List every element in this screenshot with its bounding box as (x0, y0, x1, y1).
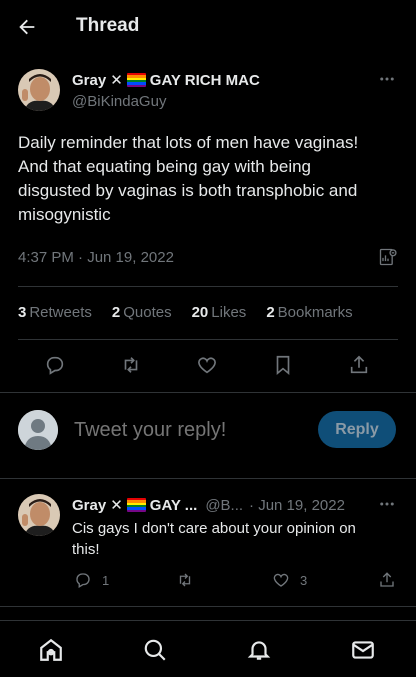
author-name-suffix: GAY RICH MAC (149, 71, 260, 89)
reply-author-name[interactable]: Gray (72, 497, 106, 514)
like-count: 3 (300, 572, 308, 588)
author-name[interactable]: Gray ✕ GAY RICH MAC (72, 71, 260, 90)
reply-input[interactable] (74, 419, 304, 442)
page-title: Thread (76, 15, 140, 36)
author-display-name: Gray (72, 71, 107, 89)
x-logo-icon: ✕ (110, 72, 123, 89)
stat-count: 20 (191, 304, 209, 321)
tweet-text-line: Daily reminder that lots of men have vag… (18, 133, 359, 152)
reply-text-line: this! (72, 541, 100, 558)
author-handle[interactable]: @BiKindaGuy (72, 93, 166, 110)
bookmark-icon[interactable] (272, 354, 294, 376)
user-avatar[interactable] (18, 410, 58, 450)
tweet-text-line: disgusted by vaginas is both transphobic… (18, 181, 358, 200)
reply-tweet-text: Cis gays I don't care about your opinion… (72, 518, 392, 560)
reply-icon (74, 571, 92, 589)
reply-action[interactable]: 1 (74, 571, 109, 589)
stat-quotes[interactable]: 2 Quotes (112, 304, 172, 321)
more-icon[interactable] (378, 495, 396, 513)
tweet-text: Daily reminder that lots of men have vag… (18, 131, 398, 227)
search-icon[interactable] (142, 637, 168, 663)
x-logo-icon: ✕ (110, 497, 123, 514)
rainbow-flag-icon (126, 498, 146, 512)
reply-count: 1 (102, 572, 110, 588)
like-icon (272, 571, 290, 589)
tweet-text-line: misogynistic (18, 205, 111, 224)
stat-count: 2 (266, 304, 275, 321)
tweet-actions (0, 354, 416, 378)
reply-icon[interactable] (44, 354, 66, 376)
stat-bookmarks[interactable]: 2 Bookmarks (266, 304, 352, 321)
stat-count: 2 (111, 304, 121, 321)
like-action[interactable]: 3 (272, 571, 307, 589)
stat-label: Quotes (123, 304, 172, 321)
reply-tweet-actions: 1 3 (72, 571, 402, 591)
reply-text-line: Cis gays I don't care about your opinion… (72, 520, 356, 537)
divider (0, 392, 416, 393)
share-action[interactable] (378, 571, 396, 589)
share-icon (378, 571, 396, 589)
divider (0, 478, 416, 479)
stat-count: 3 (18, 304, 27, 321)
rainbow-flag-icon (126, 73, 146, 87)
stat-retweets[interactable]: 3 Retweets (18, 304, 92, 321)
retweet-icon[interactable] (120, 354, 142, 376)
stat-likes[interactable]: 20 Likes (192, 304, 247, 321)
reply-tweet-header: Gray ✕ GAY ... @B... · Jun 19, 2022 (72, 496, 345, 515)
stat-label: Retweets (29, 304, 92, 321)
tweet-text-line: And that equating being gay with being (18, 157, 312, 176)
stat-label: Bookmarks (277, 304, 353, 321)
divider (18, 339, 398, 340)
reply-date[interactable]: · Jun 19, 2022 (249, 497, 345, 514)
retweet-icon (176, 571, 194, 589)
back-arrow-icon[interactable] (16, 16, 38, 38)
avatar[interactable] (18, 69, 60, 111)
avatar[interactable] (18, 494, 60, 536)
home-icon[interactable] (38, 637, 64, 663)
bottom-navigation (0, 620, 416, 677)
analytics-icon[interactable] (378, 247, 398, 267)
stat-label: Likes (211, 304, 247, 321)
share-icon[interactable] (348, 354, 370, 376)
thread-header: Thread (0, 0, 416, 53)
more-icon[interactable] (378, 70, 396, 88)
reply-author-name-suffix: GAY ... (149, 496, 198, 514)
tweet-timestamp[interactable]: 4:37 PM · Jun 19, 2022 (18, 249, 174, 266)
reply-button[interactable]: Reply (318, 411, 396, 448)
divider (0, 606, 416, 607)
notifications-icon[interactable] (246, 637, 272, 663)
like-icon[interactable] (196, 354, 218, 376)
messages-icon[interactable] (350, 637, 376, 663)
divider (18, 286, 398, 287)
tweet-stats: 3 Retweets 2 Quotes 20 Likes 2 Bookmarks (18, 304, 373, 321)
reply-author-handle[interactable]: @B... (205, 497, 243, 514)
retweet-action[interactable] (176, 571, 194, 589)
